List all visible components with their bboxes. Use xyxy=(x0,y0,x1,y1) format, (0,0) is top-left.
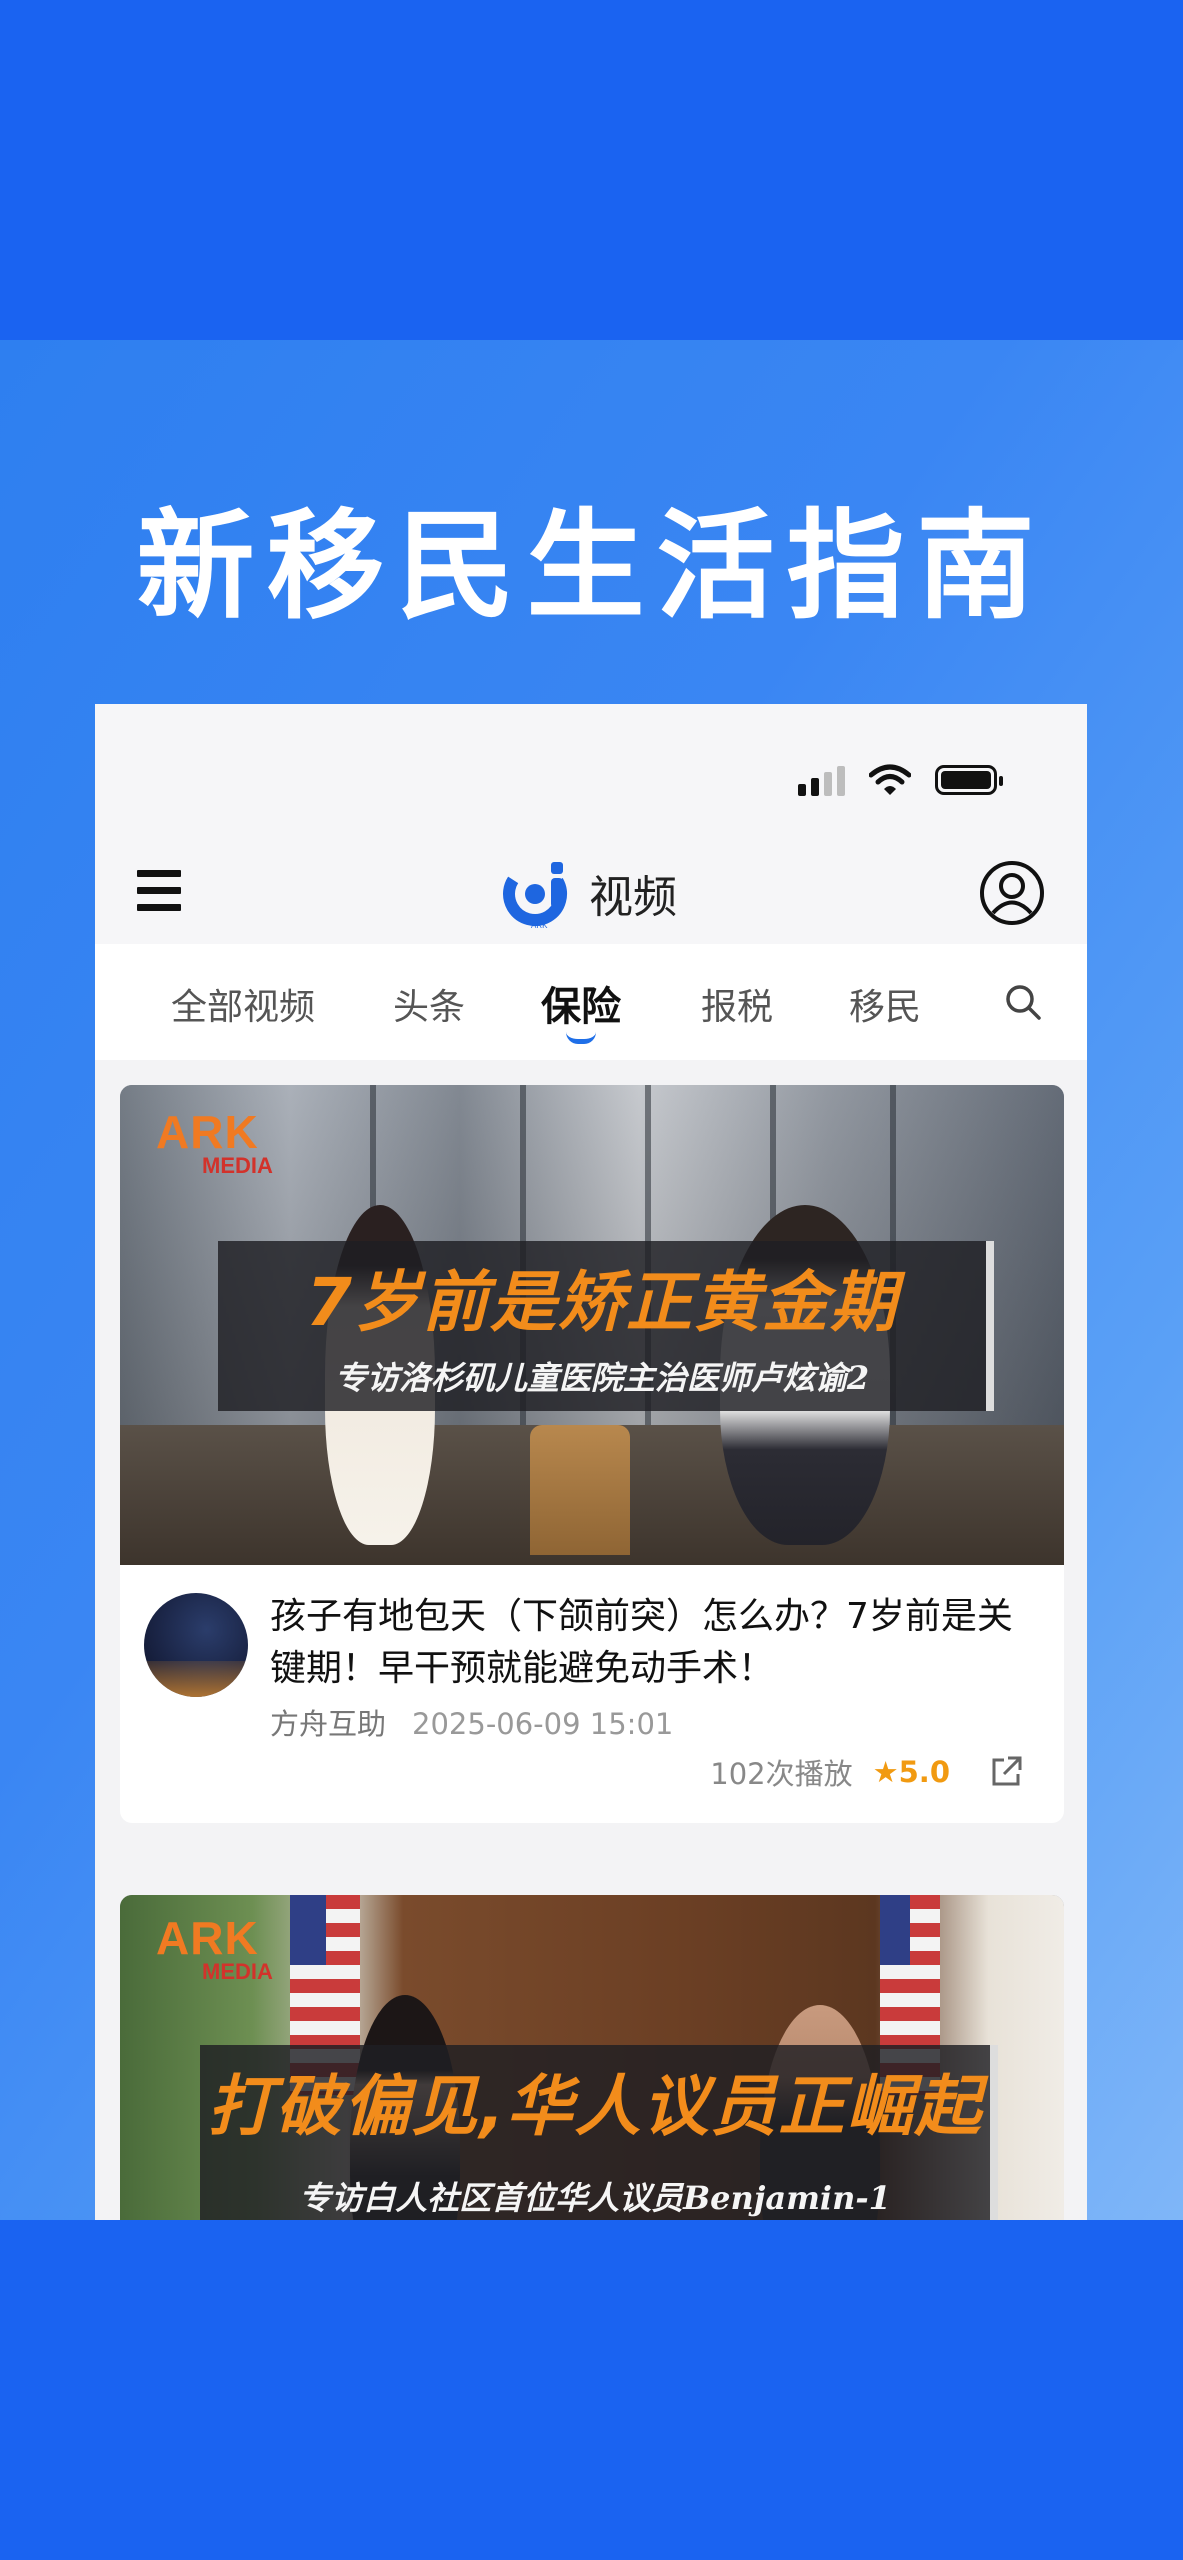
battery-icon xyxy=(935,765,1003,795)
video-card[interactable]: ARK MEDIA 打破偏见,华人议员正崛起 专访白人社区首位华人议员Benja… xyxy=(120,1895,1064,2220)
active-tab-indicator xyxy=(566,1032,596,1044)
video-thumbnail[interactable]: ARK MEDIA 打破偏见,华人议员正崛起 专访白人社区首位华人议员Benja… xyxy=(120,1895,1064,2220)
app-logo: ARK 视频 xyxy=(499,856,677,930)
video-meta: 方舟互助 2025-06-09 15:01 xyxy=(270,1701,673,1743)
video-banner: 打破偏见,华人议员正崛起 专访白人社区首位华人议员Benjamin-1 xyxy=(200,2045,998,2220)
card-body: 孩子有地包天（下颌前突）怎么办？7岁前是关键期！早干预就能避免动手术！ 方舟互助… xyxy=(120,1565,1064,1823)
banner-title: 打破偏见,华人议员正崛起 xyxy=(207,2068,983,2145)
video-stats: 102次播放 ★5.0 xyxy=(710,1751,1024,1793)
hamburger-menu-icon[interactable] xyxy=(137,870,181,912)
tab-immigration[interactable]: 移民 xyxy=(849,978,921,1030)
svg-text:ARK: ARK xyxy=(531,921,548,930)
promo-background-top xyxy=(0,0,1183,340)
promo-headline: 新移民生活指南 xyxy=(136,497,1047,635)
app-bar: ARK 视频 xyxy=(95,834,1087,944)
video-banner: 7岁前是矫正黄金期 专访洛杉矶儿童医院主治医师卢炫谕2 xyxy=(218,1241,994,1411)
video-thumbnail[interactable]: ARK MEDIA 7岁前是矫正黄金期 专访洛杉矶儿童医院主治医师卢炫谕2 xyxy=(120,1085,1064,1565)
banner-subtitle: 专访白人社区首位华人议员Benjamin-1 xyxy=(299,2179,891,2217)
video-title[interactable]: 孩子有地包天（下颌前突）怎么办？7岁前是关键期！早干预就能避免动手术！ xyxy=(270,1591,1030,1695)
play-count: 102次播放 xyxy=(710,1757,853,1791)
video-feed: ARK MEDIA 7岁前是矫正黄金期 专访洛杉矶儿童医院主治医师卢炫谕2 孩子… xyxy=(95,1060,1087,2220)
tab-tax[interactable]: 报税 xyxy=(701,978,773,1030)
wifi-icon xyxy=(869,764,911,795)
rating-badge: ★5.0 xyxy=(872,1755,950,1789)
tab-all-videos[interactable]: 全部视频 xyxy=(171,978,315,1030)
ark-media-logo: ARK MEDIA xyxy=(156,1912,273,1984)
promo-background-bottom xyxy=(0,2220,1183,2560)
author-avatar[interactable] xyxy=(144,1593,248,1697)
status-bar xyxy=(95,704,1087,834)
video-card[interactable]: ARK MEDIA 7岁前是矫正黄金期 专访洛杉矶儿童医院主治医师卢炫谕2 孩子… xyxy=(120,1085,1064,1823)
banner-subtitle: 专访洛杉矶儿童医院主治医师卢炫谕2 xyxy=(334,1359,870,1397)
ark-media-logo: ARK MEDIA xyxy=(156,1106,273,1178)
author-name[interactable]: 方舟互助 xyxy=(270,1707,386,1741)
tab-insurance[interactable]: 保险 xyxy=(541,974,621,1032)
category-tabs: 全部视频 头条 保险 报税 移民 xyxy=(95,944,1087,1062)
phone-screen: ARK 视频 全部视频 头条 保险 报税 移民 ARK MEDIA 7岁前是矫正… xyxy=(95,704,1087,2220)
share-icon[interactable] xyxy=(988,1754,1024,1790)
tab-headlines[interactable]: 头条 xyxy=(393,978,465,1030)
publish-date: 2025-06-09 15:01 xyxy=(412,1707,674,1741)
cellular-signal-icon xyxy=(798,764,845,796)
app-title: 视频 xyxy=(589,872,677,923)
search-icon[interactable] xyxy=(1003,982,1043,1022)
ark-logo-icon: ARK xyxy=(503,862,567,930)
user-profile-icon[interactable] xyxy=(979,860,1045,926)
banner-title: 7岁前是矫正黄金期 xyxy=(306,1264,898,1341)
